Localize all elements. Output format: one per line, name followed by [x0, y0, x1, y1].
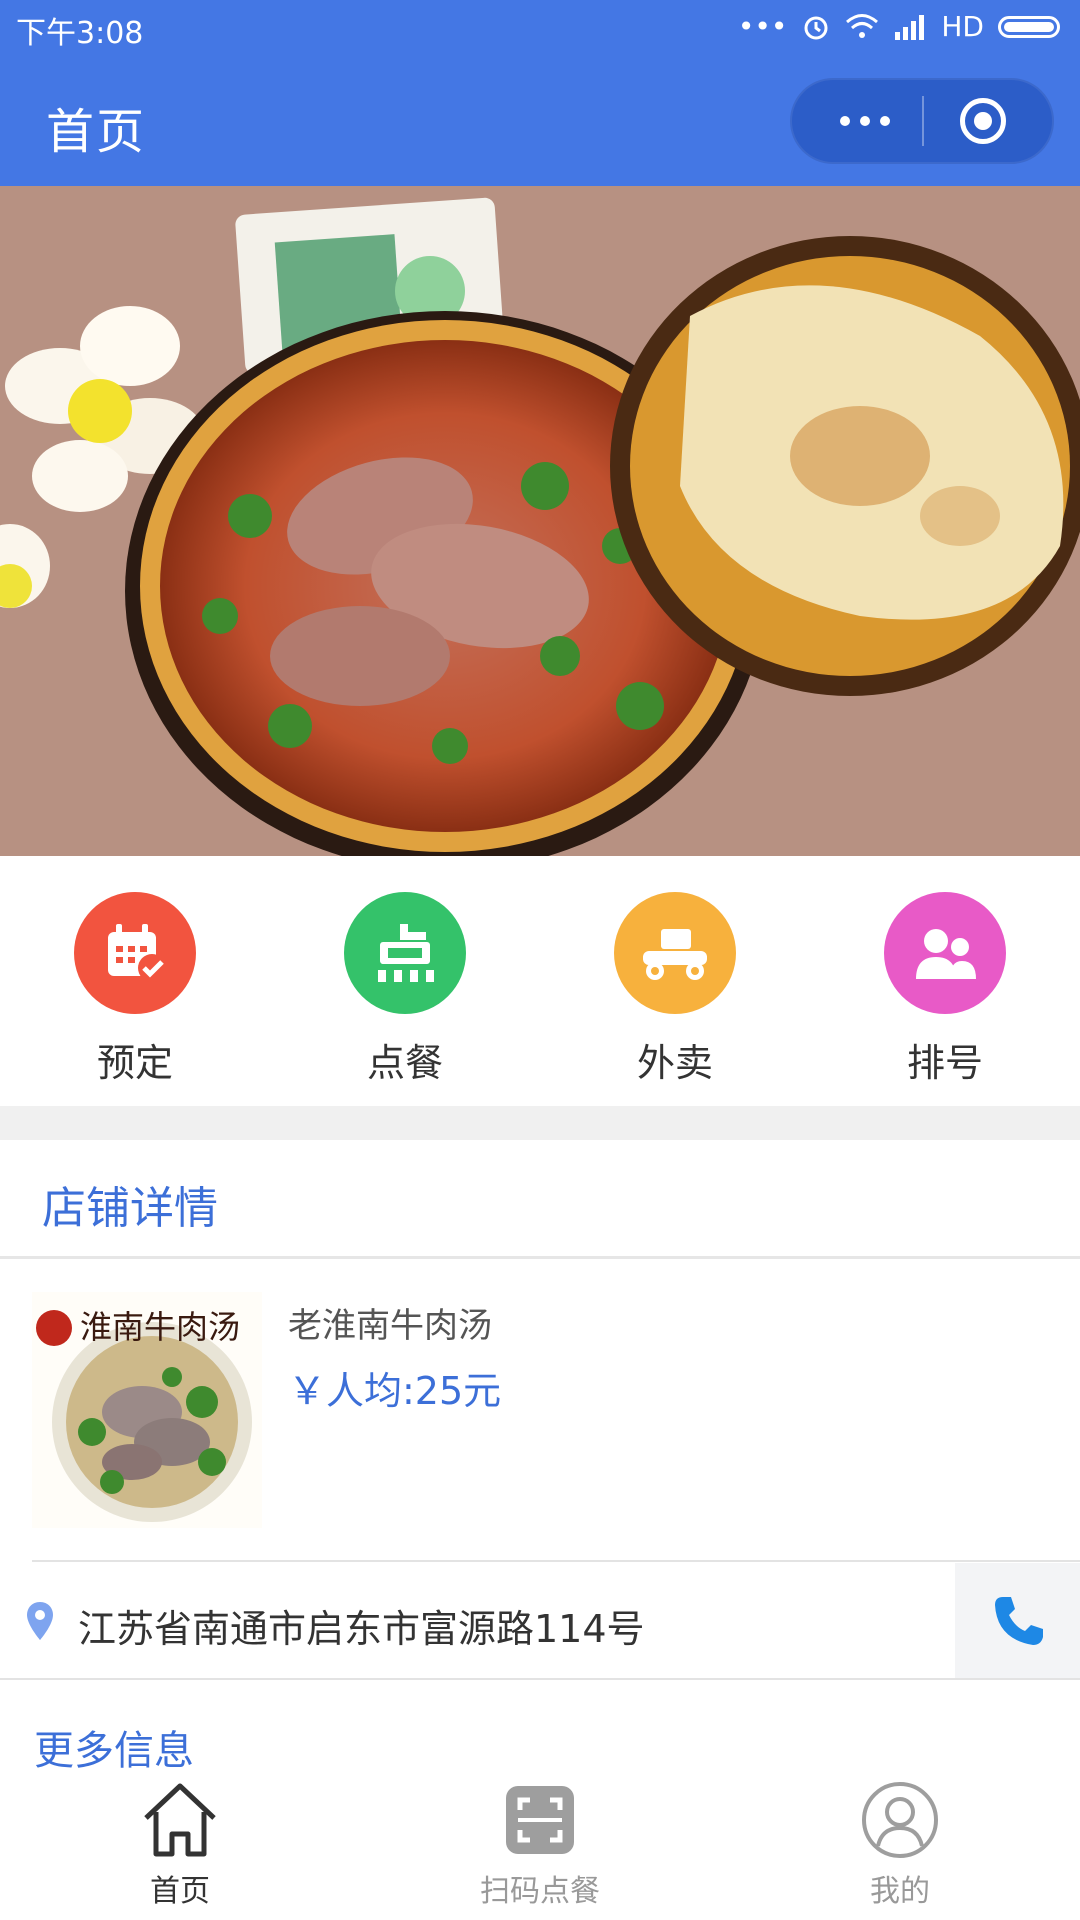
tab-scan-order[interactable]: 扫码点餐 [405, 1780, 665, 1920]
page-title: 首页 [46, 104, 147, 160]
shop-section-title: 店铺详情 [42, 1183, 218, 1234]
shop-address: 江苏省南通市启东市富源路114号 [78, 1607, 645, 1651]
divider [32, 1560, 1080, 1562]
action-label: 预定 [96, 1041, 173, 1085]
action-order[interactable]: 点餐 [270, 858, 540, 1106]
section-gap [0, 1106, 1080, 1140]
call-button[interactable] [955, 1563, 1080, 1678]
phone-icon [995, 1597, 1043, 1645]
close-target-icon[interactable] [960, 98, 1006, 144]
status-time: 下午3:08 [16, 16, 144, 51]
mini-program-capsule[interactable] [790, 78, 1054, 164]
shop-name: 老淮南牛肉汤 [288, 1306, 492, 1346]
quick-actions: 预定 点餐 外卖 排号 [0, 858, 1080, 1106]
home-icon [144, 1783, 216, 1857]
divider [0, 1256, 1080, 1259]
tab-home[interactable]: 首页 [45, 1780, 305, 1920]
action-label: 外卖 [636, 1041, 713, 1085]
more-menu-button[interactable] [830, 78, 900, 164]
action-label: 点餐 [366, 1041, 443, 1085]
action-queue[interactable]: 排号 [810, 858, 1080, 1106]
tab-label: 我的 [870, 1874, 930, 1909]
dian-character-icon [344, 892, 466, 1014]
shop-thumbnail[interactable]: 淮南牛肉汤 [32, 1292, 262, 1528]
divider [0, 1678, 1080, 1680]
shop-price: ￥人均:25元 [288, 1369, 502, 1413]
battery-icon [998, 15, 1060, 38]
delivery-scooter-icon [614, 892, 736, 1014]
more-info-link[interactable]: 更多信息 [34, 1718, 194, 1776]
shop-dish-image: 淮南牛肉汤 [32, 1292, 262, 1528]
calendar-check-icon [74, 892, 196, 1014]
signal-icon [895, 14, 925, 40]
tab-profile[interactable]: 我的 [765, 1780, 1025, 1920]
banner-carousel[interactable] [0, 186, 1080, 856]
people-queue-icon [884, 892, 1006, 1014]
location-pin-icon [27, 1602, 53, 1640]
tab-label: 首页 [150, 1874, 210, 1909]
action-reserve[interactable]: 预定 [0, 858, 270, 1106]
banner-food-image [0, 186, 1080, 856]
network-type: HD [941, 10, 984, 43]
user-icon [862, 1782, 938, 1858]
action-label: 排号 [906, 1041, 983, 1085]
wifi-icon [846, 13, 879, 38]
status-bar: 下午3:08 ••• HD [0, 0, 1080, 56]
alarm-icon [804, 16, 828, 39]
more-dots-icon: ••• [737, 10, 788, 43]
bottom-tab-bar: 首页 扫码点餐 我的 [0, 1780, 1080, 1920]
scan-icon [506, 1786, 574, 1854]
tab-label: 扫码点餐 [480, 1874, 600, 1909]
thumb-title: 淮南牛肉汤 [80, 1308, 240, 1346]
action-takeout[interactable]: 外卖 [540, 858, 810, 1106]
